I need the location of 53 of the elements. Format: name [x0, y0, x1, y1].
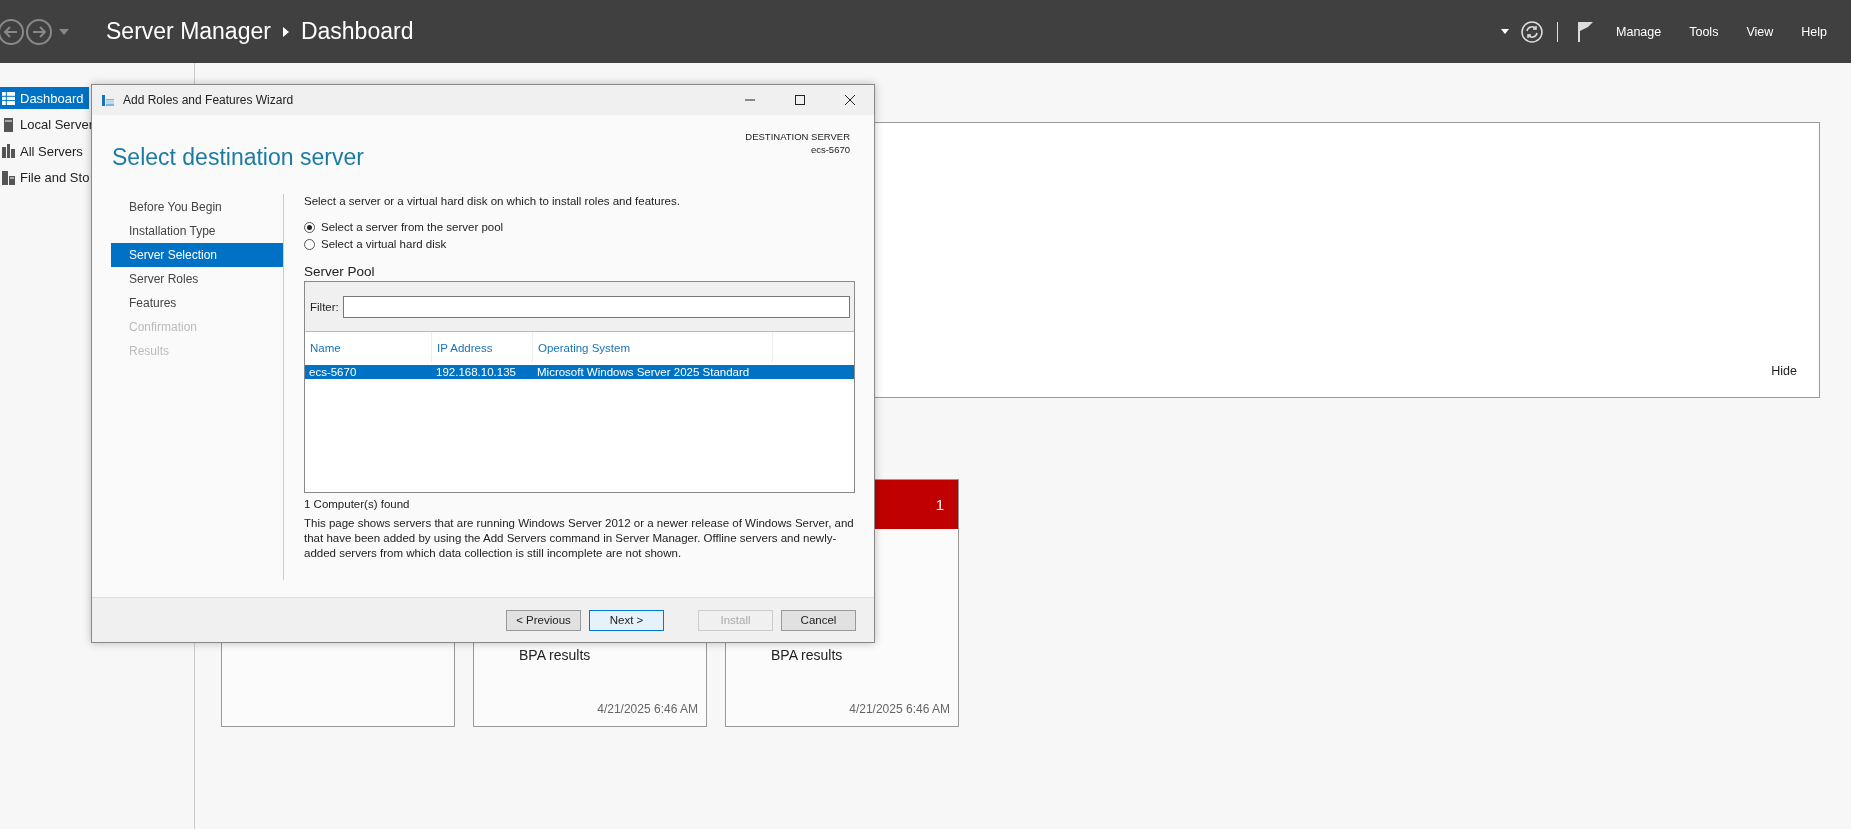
sidebar-item[interactable]: All Servers [0, 140, 89, 162]
dropdown-caret-icon[interactable] [1501, 29, 1510, 34]
bpa-results-label[interactable]: BPA results [771, 647, 950, 663]
result-count: 1 Computer(s) found [304, 498, 411, 510]
wizard-button[interactable]: < Previous [506, 609, 581, 631]
wizard-icon [101, 93, 115, 107]
breadcrumb-text: Server Manager [106, 18, 271, 45]
alert-count: 1 [935, 496, 944, 513]
info-paragraph: This page shows servers that are running Windows Server 2012 or a newer release of Windows Server, and that have been added by using the Add Servers command in Server Manager. Offline servers and newly-added servers from which data collection is still incomplete are not shown. [304, 516, 855, 561]
timestamp: 4/21/2025 6:46 AM [849, 702, 950, 716]
filter-field[interactable] [342, 295, 850, 318]
sidebar-item[interactable]: File and Sto [0, 166, 89, 189]
menu-item[interactable]: Manage [1616, 24, 1662, 39]
bpa-results-label[interactable]: BPA results [519, 647, 698, 663]
refresh-icon[interactable] [1521, 20, 1544, 43]
wizard-step[interactable]: Before You Begin [111, 195, 283, 219]
close-icon[interactable] [844, 94, 856, 106]
table-row[interactable]: ecs-5670 192.168.10.135 Microsoft Windows Server 2025 Standard [305, 365, 854, 379]
destination-label: DESTINATION SERVER [745, 130, 850, 143]
menu-item[interactable]: Help [1801, 24, 1827, 39]
radio-label[interactable]: Select a server from the server pool [321, 221, 504, 233]
grid-icon [2, 91, 15, 105]
forward-icon[interactable] [25, 17, 53, 46]
page-heading: Select destination server [112, 144, 364, 171]
column-header[interactable]: IP Address [432, 332, 533, 363]
wizard-step[interactable]: Features [111, 291, 283, 315]
wizard-step[interactable]: Installation Type [111, 219, 283, 243]
menu-item[interactable]: View [1746, 24, 1774, 39]
servers-icon [2, 144, 15, 158]
section-label: Server Pool [304, 264, 376, 279]
back-icon[interactable] [0, 17, 25, 46]
wizard-button[interactable]: Next > [589, 609, 664, 631]
sidebar-item[interactable]: Local Server [0, 113, 89, 136]
instruction-text: Select a server or a virtual hard disk on which to install roles and features. [304, 195, 681, 207]
wizard-step[interactable]: Server Selection [111, 243, 283, 267]
flag-icon[interactable] [1578, 20, 1595, 43]
sidebar-item[interactable]: Dashboard [0, 87, 89, 109]
timestamp: 4/21/2025 6:46 AM [597, 702, 698, 716]
wizard-step[interactable]: Server Roles [111, 267, 283, 291]
hide-link[interactable]: Hide [1771, 364, 1797, 378]
radio-button[interactable] [304, 238, 315, 250]
filter-label: Filter: [310, 300, 339, 313]
breadcrumb-text: Dashboard [300, 18, 414, 45]
radio-button[interactable] [304, 221, 315, 233]
window-title: Add Roles and Features Wizard [123, 93, 294, 107]
radio-label[interactable]: Select a virtual hard disk [321, 238, 447, 250]
column-header[interactable]: Operating System [533, 332, 773, 363]
wizard-button[interactable]: Cancel [781, 609, 856, 631]
column-header[interactable]: Name [305, 332, 432, 363]
menu-item[interactable]: Tools [1689, 24, 1719, 39]
destination-server: ecs-5670 [810, 143, 850, 156]
breadcrumb-separator-icon [282, 26, 289, 37]
maximize-icon[interactable] [794, 94, 806, 106]
